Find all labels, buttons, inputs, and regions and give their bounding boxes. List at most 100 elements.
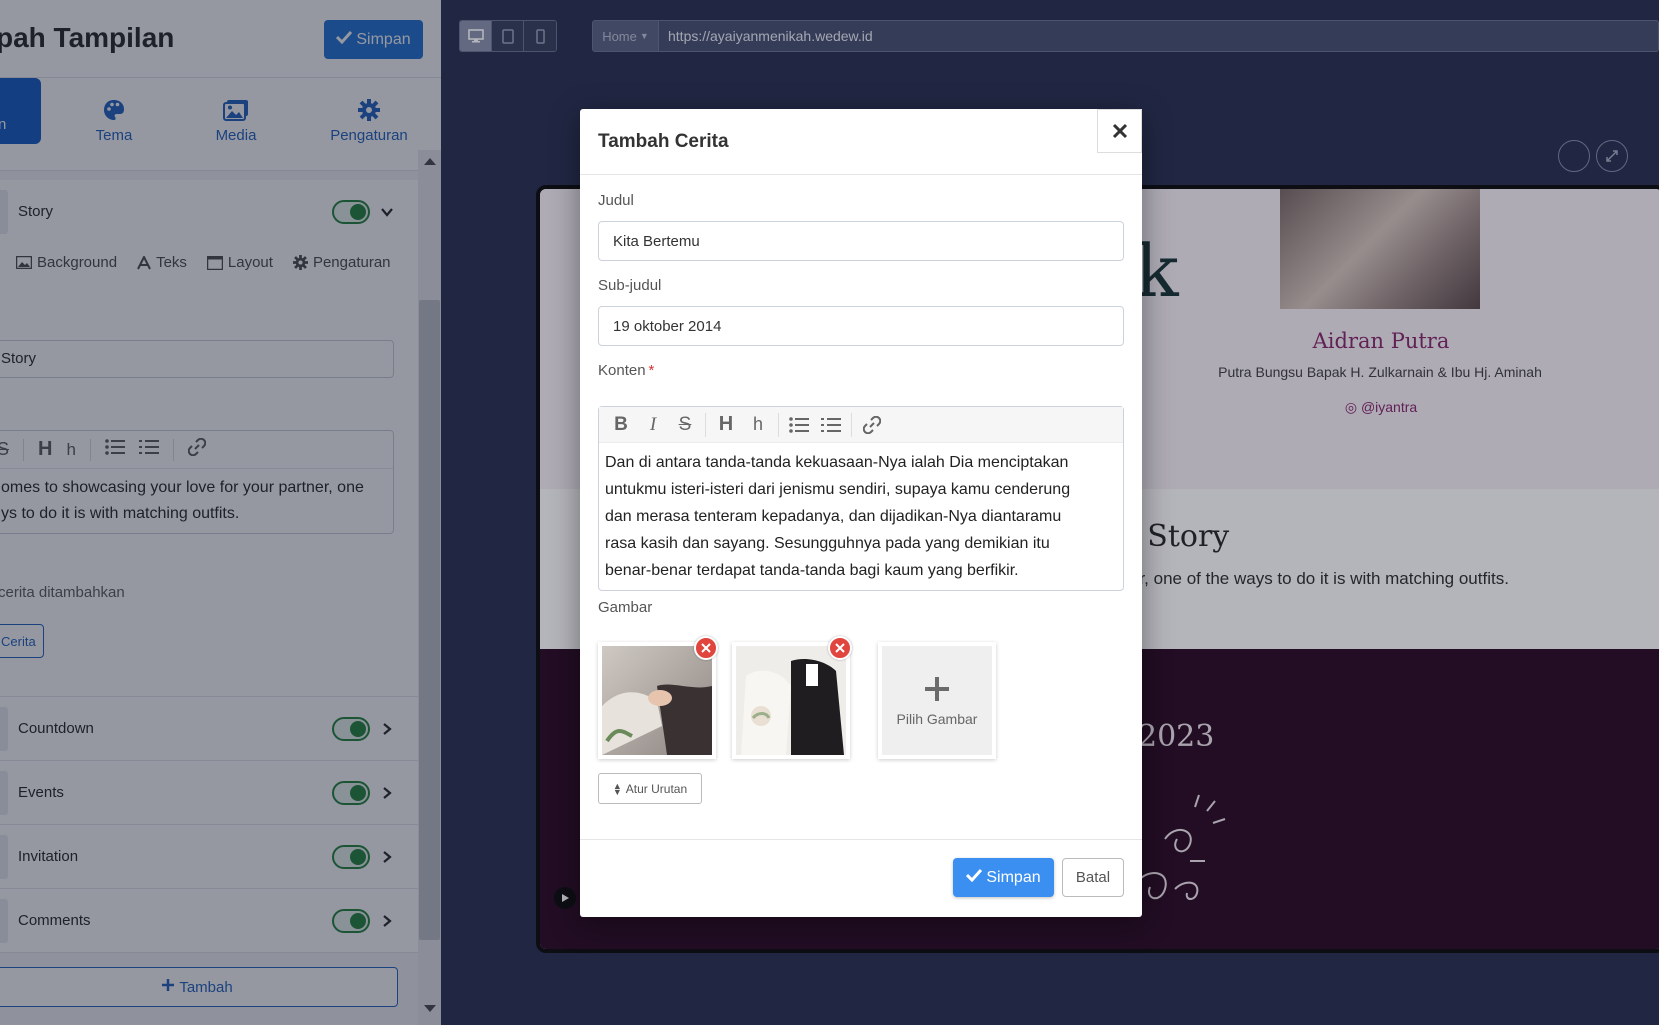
scrollbar-thumb[interactable] xyxy=(419,300,440,940)
required-mark: * xyxy=(648,362,655,379)
sort-images-button[interactable]: ▲ ▼ Atur Urutan xyxy=(598,773,702,804)
editor-tabs: n Tema Media Pengaturan xyxy=(0,78,441,171)
tab-tema[interactable]: Tema xyxy=(84,78,144,144)
save-button[interactable]: Simpan xyxy=(324,20,423,59)
section-invitation[interactable]: Invitation xyxy=(0,825,418,889)
konten-editor[interactable]: B I S H h Dan di antara tanda-tanda keku… xyxy=(598,406,1124,591)
italic-button[interactable]: I xyxy=(639,411,667,439)
bullet-list-button[interactable] xyxy=(785,411,813,439)
heading-large-icon[interactable]: H xyxy=(38,438,52,461)
close-button[interactable] xyxy=(1097,109,1142,153)
konten-text[interactable]: Dan di antara tanda-tanda kekuasaan-Nya … xyxy=(599,443,1123,590)
story-content-editor[interactable]: S H h omes to showcasing your love for y… xyxy=(0,430,394,534)
drag-handle[interactable] xyxy=(0,771,8,815)
editor-header: pah Tampilan Simpan xyxy=(0,0,441,78)
font-icon xyxy=(137,255,151,269)
page-select[interactable]: Home ▼ xyxy=(593,21,659,51)
judul-input[interactable]: Kita Bertemu xyxy=(598,221,1124,261)
subtab-layout[interactable]: Layout xyxy=(206,254,273,271)
groom-instagram[interactable]: ◎ @iyantra xyxy=(1280,399,1482,416)
device-tablet-button[interactable] xyxy=(492,21,524,51)
link-button[interactable] xyxy=(858,411,886,439)
bullet-list-icon[interactable] xyxy=(105,439,125,460)
chevron-right-icon[interactable] xyxy=(381,723,393,735)
section-toggle[interactable] xyxy=(332,717,370,741)
device-desktop-button[interactable] xyxy=(460,21,492,51)
close-icon xyxy=(835,643,845,653)
chevron-right-icon[interactable] xyxy=(381,915,393,927)
section-name: Comments xyxy=(18,912,91,929)
heading-small-icon[interactable]: h xyxy=(66,440,75,460)
save-button-label: Simpan xyxy=(356,30,411,48)
story-title-input[interactable]: Story xyxy=(0,340,394,378)
section-comments[interactable]: Comments xyxy=(0,889,418,953)
scroll-down-icon[interactable] xyxy=(424,1005,436,1012)
expand-icon[interactable] xyxy=(1596,140,1628,172)
pick-image-button[interactable]: Pilih Gambar xyxy=(878,642,996,759)
strikethrough-button[interactable]: S xyxy=(671,411,699,439)
content-line: ys to do it is with matching outfits. xyxy=(1,505,240,522)
subtab-teks[interactable]: Teks xyxy=(137,254,187,271)
scroll-up-icon[interactable] xyxy=(424,158,436,165)
konten-label: Konten * xyxy=(598,362,654,379)
tab-label: Media xyxy=(215,127,257,144)
add-story-button[interactable]: Cerita xyxy=(0,624,44,658)
section-toggle[interactable] xyxy=(332,200,370,224)
url-bar[interactable]: Home ▼ https://ayaiyanmenikah.wedew.id xyxy=(592,20,1659,52)
drag-handle[interactable] xyxy=(0,835,8,879)
play-music-button[interactable] xyxy=(554,887,576,909)
rotate-icon[interactable] xyxy=(1558,140,1590,172)
modal-cancel-button[interactable]: Batal xyxy=(1062,858,1124,897)
modal-save-label: Simpan xyxy=(986,868,1041,886)
subtab-pengaturan[interactable]: Pengaturan xyxy=(292,254,391,271)
subtab-background[interactable]: Background xyxy=(16,254,117,271)
gambar-label: Gambar xyxy=(598,599,653,616)
chevron-down-icon[interactable] xyxy=(381,206,393,218)
image-thumbnail[interactable] xyxy=(732,636,852,759)
strikethrough-icon[interactable]: S xyxy=(0,439,9,460)
story-count-text: cerita ditambahkan xyxy=(0,584,125,601)
subjudul-input[interactable]: 19 oktober 2014 xyxy=(598,306,1124,346)
drag-handle[interactable] xyxy=(0,899,8,943)
check-icon xyxy=(336,30,353,49)
heading-large-button[interactable]: H xyxy=(712,411,740,439)
drag-handle[interactable] xyxy=(0,190,8,234)
drag-handle[interactable] xyxy=(0,707,8,751)
toolbar-separator xyxy=(778,412,779,437)
chevron-right-icon[interactable] xyxy=(381,787,393,799)
image-thumbnail[interactable] xyxy=(598,636,718,759)
device-mobile-button[interactable] xyxy=(524,21,556,51)
modal-save-button[interactable]: Simpan xyxy=(953,858,1054,897)
section-toggle[interactable] xyxy=(332,909,370,933)
chevron-right-icon[interactable] xyxy=(381,851,393,863)
tab-pengaturan[interactable]: Pengaturan xyxy=(318,78,420,144)
bullet-list-icon xyxy=(789,416,809,433)
section-name: Countdown xyxy=(18,720,94,737)
section-story[interactable]: Story xyxy=(0,180,418,244)
link-icon[interactable] xyxy=(187,437,207,461)
add-section-label: Tambah xyxy=(179,978,233,996)
heading-small-button[interactable]: h xyxy=(744,411,772,439)
add-section-button[interactable]: Tambah xyxy=(0,967,398,1007)
section-events[interactable]: Events xyxy=(0,761,418,825)
toolbar-separator xyxy=(89,438,91,461)
story-content-text: omes to showcasing your love for your pa… xyxy=(0,469,393,533)
tab-tampilan[interactable]: n xyxy=(0,78,41,144)
tab-media[interactable]: Media xyxy=(206,78,266,144)
check-icon xyxy=(966,868,983,887)
tab-label: Pengaturan xyxy=(330,127,408,144)
remove-image-button[interactable] xyxy=(828,636,852,660)
desktop-icon xyxy=(467,29,484,43)
numbered-list-icon[interactable] xyxy=(138,439,159,460)
modal-footer: Simpan Batal xyxy=(580,839,1142,917)
numbered-list-button[interactable] xyxy=(817,411,845,439)
section-toggle[interactable] xyxy=(332,845,370,869)
subjudul-label: Sub-judul xyxy=(598,277,662,294)
bold-button[interactable]: B xyxy=(607,411,635,439)
plus-icon xyxy=(925,676,949,701)
section-countdown[interactable]: Countdown xyxy=(0,697,418,761)
section-toggle[interactable] xyxy=(332,781,370,805)
editor-toolbar: S H h xyxy=(0,431,393,469)
modal-header: Tambah Cerita xyxy=(580,109,1142,175)
remove-image-button[interactable] xyxy=(694,636,718,660)
